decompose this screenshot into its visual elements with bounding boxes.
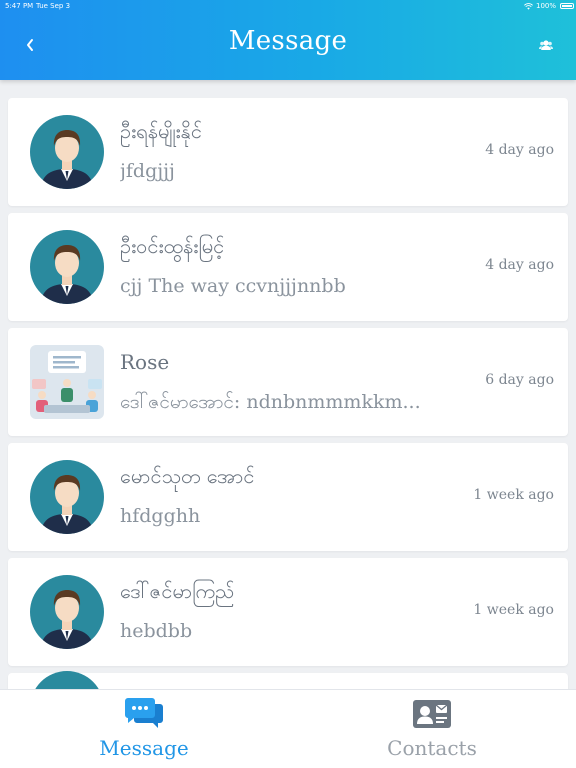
status-time: 5:47 PM	[5, 2, 34, 10]
contact-name: ဦးရန်မျိုးနိုင်	[120, 119, 202, 143]
tab-contacts-label: Contacts	[387, 736, 477, 760]
conversation-item[interactable]: Rose ဒေါ်ဇင်မာအောင်: ndnbnmmmkkm... 6 da…	[8, 328, 568, 436]
status-date: Tue Sep 3	[36, 2, 71, 10]
conversation-item[interactable]: မောင်သုတ အောင် hfdgghh 1 week ago	[8, 443, 568, 551]
group-button[interactable]	[536, 36, 556, 54]
battery-percent: 100%	[535, 2, 556, 10]
tab-message-label: Message	[99, 736, 189, 760]
app-header: 5:47 PM Tue Sep 3 100% Message	[0, 0, 576, 80]
conversation-item[interactable]: ဦးရန်မျိုးနိုင် jfdgjjj 4 day ago	[8, 98, 568, 206]
contact-name: Rose	[120, 350, 170, 374]
conversation-list: ဦးရန်မျိုးနိုင် jfdgjjj 4 day ago ဦးဝင်း…	[8, 98, 568, 745]
status-bar: 5:47 PM Tue Sep 3 100%	[0, 0, 576, 12]
battery-icon	[560, 3, 574, 9]
message-time: 1 week ago	[473, 487, 554, 503]
chat-bubbles-icon	[125, 698, 163, 728]
tab-bar: Message Contacts	[0, 689, 576, 768]
group-icon	[539, 40, 553, 50]
contact-name: ဒေါ်ဇင်မာကြည်	[120, 579, 235, 603]
wifi-icon	[524, 2, 533, 10]
tab-contacts[interactable]: Contacts	[288, 690, 576, 768]
message-preview: hfdgghh	[120, 505, 201, 527]
person-avatar-icon	[30, 115, 104, 189]
message-preview: cjj The way ccvnjjjnnbb	[120, 275, 346, 297]
contact-card-icon	[413, 700, 451, 728]
message-preview: jfdgjjj	[120, 160, 175, 182]
contact-name: ဦးဝင်းထွန်းမြင့်	[120, 234, 225, 258]
person-avatar-icon	[30, 575, 104, 649]
screen: 5:47 PM Tue Sep 3 100% Message ဦးရန်မျို…	[0, 0, 576, 768]
conversation-item[interactable]: ဒေါ်ဇင်မာကြည် hebdbb 1 week ago	[8, 558, 568, 666]
person-avatar-icon	[30, 230, 104, 304]
message-time: 1 week ago	[473, 602, 554, 618]
message-time: 6 day ago	[485, 372, 554, 388]
person-avatar-icon	[30, 460, 104, 534]
status-indicators: 100%	[524, 0, 574, 12]
conversation-item[interactable]: ဦးဝင်းထွန်းမြင့် cjj The way ccvnjjjnnbb…	[8, 213, 568, 321]
message-preview: ဒေါ်ဇင်မာအောင်: ndnbnmmmkkm...	[120, 391, 421, 413]
message-time: 4 day ago	[485, 142, 554, 158]
message-preview: hebdbb	[120, 620, 193, 642]
contact-name: မောင်သုတ အောင်	[120, 464, 255, 488]
group-meeting-icon	[30, 345, 104, 419]
page-title: Message	[228, 26, 348, 56]
message-time: 4 day ago	[485, 257, 554, 273]
tab-message[interactable]: Message	[0, 690, 288, 768]
